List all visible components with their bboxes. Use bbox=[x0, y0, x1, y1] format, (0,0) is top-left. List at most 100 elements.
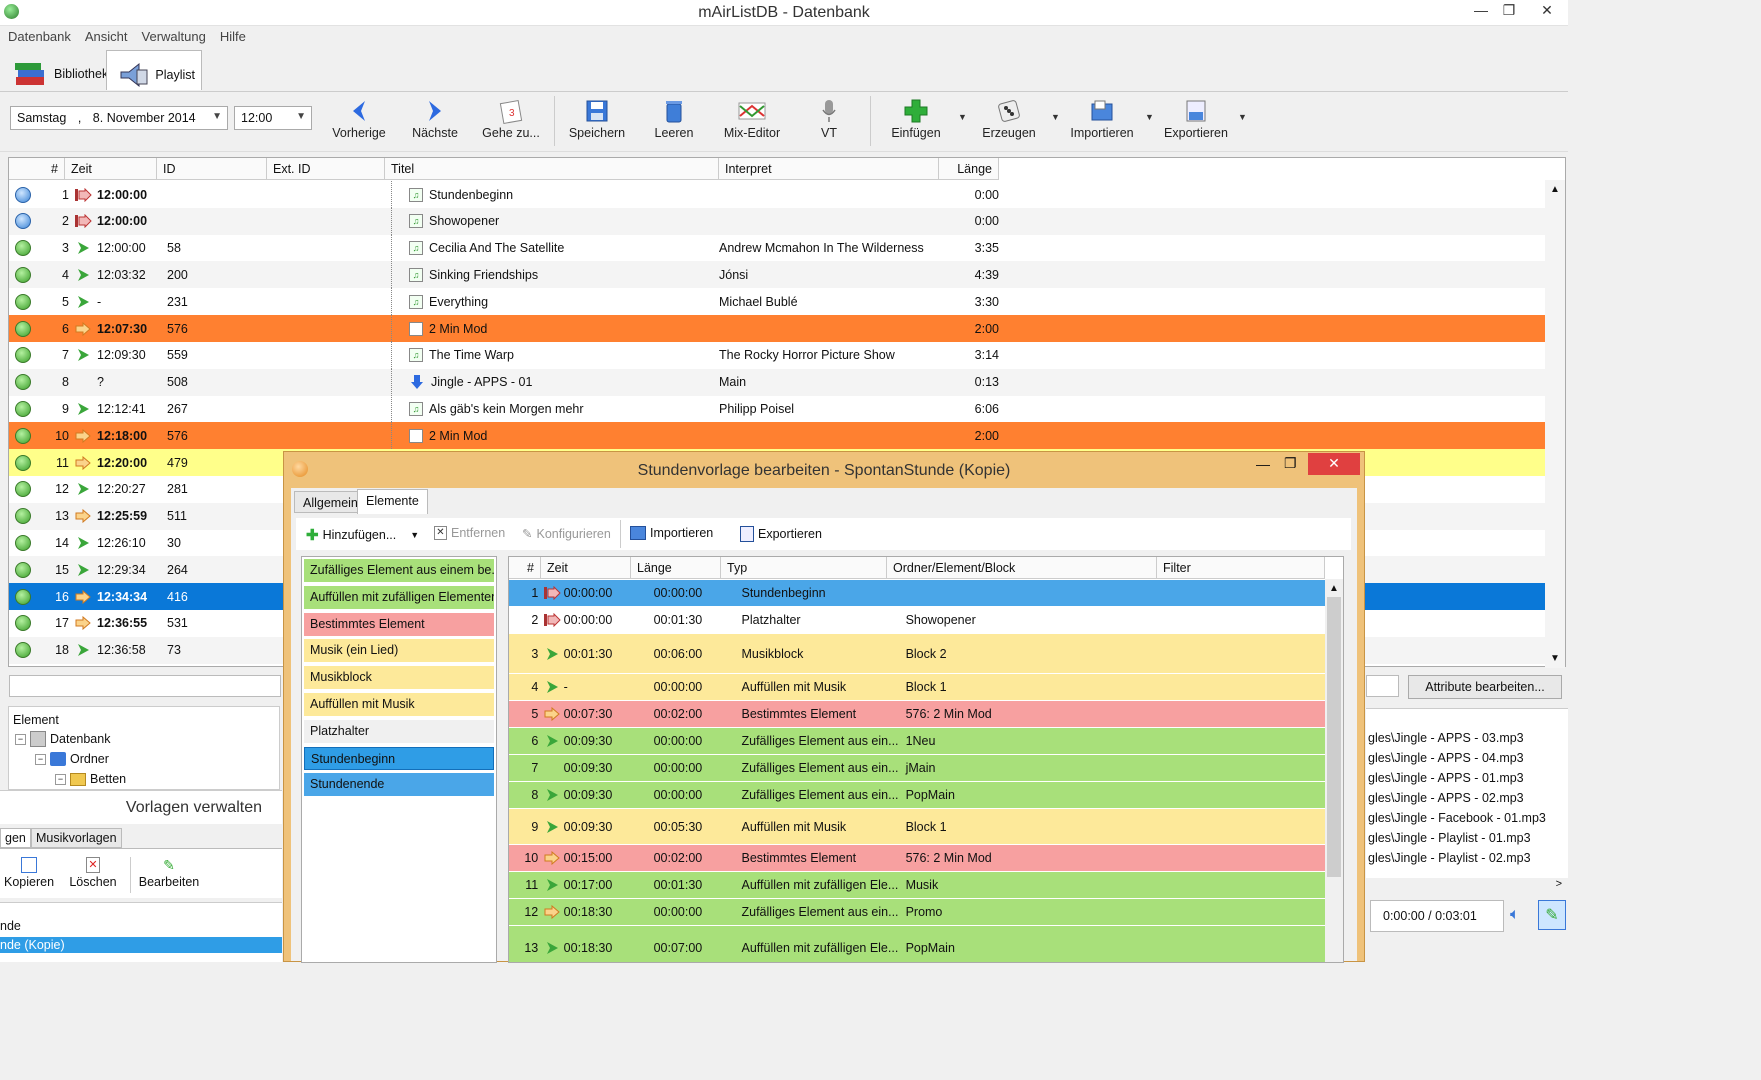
table-row[interactable]: 5 - 231 ♫ Everything Michael Bublé 3:30 bbox=[9, 288, 1545, 316]
time-combo[interactable]: 12:00 ▼ bbox=[234, 106, 312, 130]
tab-playlist[interactable]: Playlist bbox=[106, 50, 202, 90]
delete-button[interactable]: ✕ Löschen bbox=[68, 857, 118, 889]
template-row[interactable]: 9 00:09:30 00:05:30 Auffüllen mit Musik … bbox=[509, 809, 1325, 845]
templates-tab-music[interactable]: Musikvorlagen bbox=[31, 828, 122, 848]
table-row[interactable]: 8 ? 508 Jingle - APPS - 01 Main 0:13 bbox=[9, 368, 1545, 396]
table-row[interactable]: 3 12:00:00 58 ♫ Cecilia And The Satellite… bbox=[9, 234, 1545, 262]
volume-icon[interactable]: 🔈︎ bbox=[1510, 906, 1520, 924]
scroll-down-icon[interactable]: ▼ bbox=[1545, 653, 1565, 664]
scroll-up-icon[interactable]: ▲ bbox=[1325, 579, 1343, 594]
tree-item-datenbank[interactable]: − Datenbank bbox=[9, 729, 279, 749]
table-row[interactable]: 2 12:00:00 ♫ Showopener 0:00 bbox=[9, 207, 1545, 235]
save-button[interactable]: Speichern bbox=[566, 98, 628, 140]
table-row[interactable]: 4 12:03:32 200 ♫ Sinking Friendships Jóns… bbox=[9, 261, 1545, 289]
file-item[interactable]: gles\Jingle - APPS - 03.mp3 bbox=[1366, 731, 1568, 751]
dcol-num[interactable]: # bbox=[509, 557, 541, 578]
palette-item[interactable]: Stundenbeginn bbox=[304, 746, 494, 770]
grid-scrollbar[interactable]: ▲ ▼ bbox=[1545, 180, 1565, 668]
next-button[interactable]: Nächste bbox=[408, 98, 462, 140]
palette-item[interactable]: Stundenende bbox=[304, 773, 494, 797]
menu-verwaltung[interactable]: Verwaltung bbox=[134, 26, 212, 44]
template-row[interactable]: 12 00:18:30 00:00:00 Zufälliges Element … bbox=[509, 899, 1325, 926]
date-combo[interactable]: Samstag , 8. November 2014 ▼ bbox=[10, 106, 228, 130]
table-row[interactable]: 9 12:12:41 267 ♫ Als gäb's kein Morgen me… bbox=[9, 395, 1545, 423]
dialog-close-button[interactable]: ✕ bbox=[1308, 453, 1360, 475]
palette-item[interactable]: Bestimmtes Element bbox=[304, 612, 494, 636]
template-row[interactable]: 13 00:18:30 00:07:00 Auffüllen mit zufäl… bbox=[509, 926, 1325, 962]
chevron-down-icon[interactable]: ▼ bbox=[410, 530, 419, 540]
col-time[interactable]: Zeit bbox=[65, 158, 157, 179]
file-item[interactable]: gles\Jingle - Playlist - 01.mp3 bbox=[1366, 831, 1568, 851]
file-item[interactable]: gles\Jingle - APPS - 01.mp3 bbox=[1366, 771, 1568, 791]
dialog-tab-elements[interactable]: Elemente bbox=[357, 489, 428, 514]
copy-button[interactable]: Kopieren bbox=[4, 857, 54, 889]
template-row[interactable]: 10 00:15:00 00:02:00 Bestimmtes Element … bbox=[509, 845, 1325, 872]
tree-item-betten[interactable]: − Betten bbox=[9, 769, 279, 789]
template-row[interactable]: 2 00:00:00 00:01:30 Platzhalter Showopen… bbox=[509, 607, 1325, 634]
import-dropdown-icon[interactable]: ▼ bbox=[1145, 112, 1154, 122]
dialog-maximize-button[interactable]: ❐ bbox=[1284, 455, 1297, 472]
col-ext-id[interactable]: Ext. ID bbox=[267, 158, 385, 179]
collapse-icon[interactable]: − bbox=[15, 733, 26, 745]
template-row[interactable]: 11 00:17:00 00:01:30 Auffüllen mit zufäl… bbox=[509, 872, 1325, 899]
template-row[interactable]: 3 00:01:30 00:06:00 Musikblock Block 2 bbox=[509, 634, 1325, 674]
table-row[interactable]: 6 12:07:30 576 2 Min Mod 2:00 bbox=[9, 315, 1545, 342]
configure-button[interactable]: ✎ Konfigurieren bbox=[522, 526, 611, 542]
palette-item[interactable]: Auffüllen mit zufälligen Elementen bbox=[304, 585, 494, 609]
dialog-tab-general[interactable]: Allgemein bbox=[294, 491, 367, 513]
dcol-len[interactable]: Länge bbox=[631, 557, 721, 578]
palette-item[interactable]: Musikblock bbox=[304, 666, 494, 690]
col-num[interactable]: # bbox=[9, 158, 65, 179]
remove-button[interactable]: ✕ Entfernen bbox=[434, 526, 505, 540]
prev-button[interactable]: Vorherige bbox=[330, 98, 388, 140]
template-row[interactable]: 8 00:09:30 00:00:00 Zufälliges Element a… bbox=[509, 782, 1325, 809]
close-button[interactable]: ✕ bbox=[1532, 2, 1562, 22]
menu-datenbank[interactable]: Datenbank bbox=[0, 26, 77, 44]
table-row[interactable]: 1 12:00:00 ♫ Stundenbeginn 0:00 bbox=[9, 181, 1545, 208]
maximize-button[interactable]: ❐ bbox=[1494, 2, 1524, 22]
dcol-zeit[interactable]: Zeit bbox=[541, 557, 631, 578]
dcol-filter[interactable]: Filter bbox=[1157, 557, 1325, 578]
template-row[interactable]: 4 - 00:00:00 Auffüllen mit Musik Block 1 bbox=[509, 674, 1325, 701]
palette-item[interactable]: Musik (ein Lied) bbox=[304, 639, 494, 663]
export-dropdown-icon[interactable]: ▼ bbox=[1238, 112, 1247, 122]
dcol-typ[interactable]: Typ bbox=[721, 557, 887, 578]
palette-item[interactable]: Auffüllen mit Musik bbox=[304, 693, 494, 716]
attribute-edit-button[interactable]: Attribute bearbeiten... bbox=[1408, 675, 1562, 699]
insert-dropdown-icon[interactable]: ▼ bbox=[958, 112, 967, 122]
col-artist[interactable]: Interpret bbox=[719, 158, 939, 179]
templates-tab-hour[interactable]: gen bbox=[0, 828, 31, 848]
edit-button[interactable]: ✎ Bearbeiten bbox=[138, 857, 200, 889]
menu-hilfe[interactable]: Hilfe bbox=[212, 26, 252, 44]
filter-input-right[interactable] bbox=[1366, 675, 1399, 697]
palette-item[interactable]: Platzhalter bbox=[304, 719, 494, 743]
export-button[interactable]: Exportieren bbox=[1160, 98, 1232, 140]
template-row[interactable]: 7 00:09:30 00:00:00 Zufälliges Element a… bbox=[509, 755, 1325, 782]
template-row[interactable]: 6 00:09:30 00:00:00 Zufälliges Element a… bbox=[509, 728, 1325, 755]
collapse-icon[interactable]: − bbox=[35, 753, 46, 765]
tab-library[interactable]: Bibliothek bbox=[4, 50, 114, 90]
scroll-up-icon[interactable]: ▲ bbox=[1545, 180, 1565, 195]
template-row[interactable]: 5 00:07:30 00:02:00 Bestimmtes Element 5… bbox=[509, 701, 1325, 728]
file-item[interactable]: gles\Jingle - APPS - 04.mp3 bbox=[1366, 751, 1568, 771]
dgrid-scrollbar[interactable]: ▲ bbox=[1325, 579, 1343, 962]
template-item[interactable]: nde bbox=[0, 903, 282, 937]
template-row[interactable]: 1 00:00:00 00:00:00 Stundenbeginn bbox=[509, 580, 1325, 607]
goto-button[interactable]: 3 Gehe zu... bbox=[478, 98, 544, 140]
col-title[interactable]: Titel bbox=[385, 158, 719, 179]
insert-button[interactable]: Einfügen bbox=[886, 98, 946, 140]
vt-button[interactable]: VT bbox=[812, 98, 846, 140]
import-button[interactable]: Importieren bbox=[1066, 98, 1138, 140]
generate-button[interactable]: Erzeugen bbox=[978, 98, 1040, 140]
add-button[interactable]: ✚ Hinzufügen... ▼ bbox=[306, 526, 419, 544]
minimize-button[interactable]: — bbox=[1466, 2, 1496, 22]
menu-ansicht[interactable]: Ansicht bbox=[77, 26, 134, 44]
tree-item-ordner[interactable]: − Ordner bbox=[9, 749, 279, 769]
col-id[interactable]: ID bbox=[157, 158, 267, 179]
col-length[interactable]: Länge bbox=[939, 158, 999, 179]
file-item[interactable]: gles\Jingle - Facebook - 01.mp3 bbox=[1366, 811, 1568, 831]
collapse-icon[interactable]: − bbox=[55, 773, 66, 785]
generate-dropdown-icon[interactable]: ▼ bbox=[1051, 112, 1060, 122]
chevron-right-icon[interactable]: > bbox=[1556, 878, 1562, 890]
edit-pencil-button[interactable]: ✎ bbox=[1538, 900, 1566, 930]
